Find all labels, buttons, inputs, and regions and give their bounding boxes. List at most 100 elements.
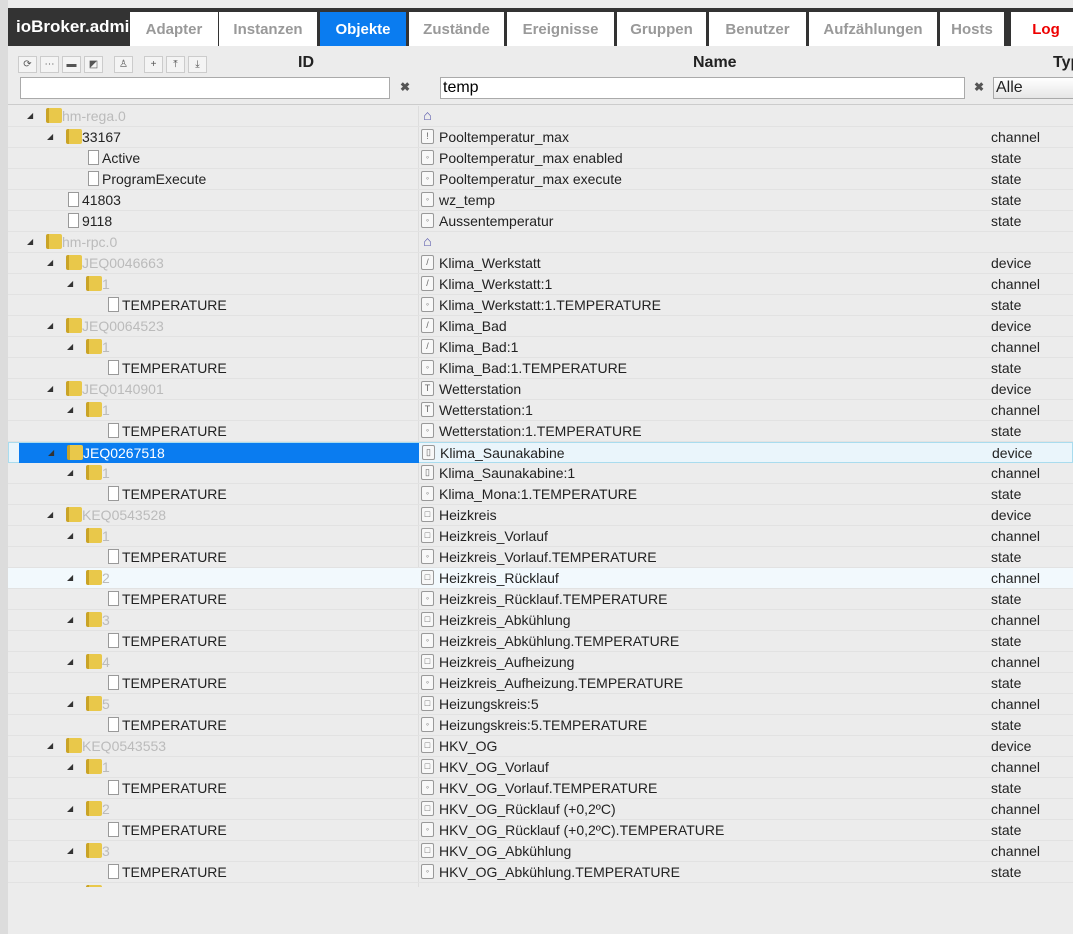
table-row[interactable]: ◢ 1/Klima_Bad:1 channel: [8, 337, 1073, 358]
clear-id-filter-icon[interactable]: ✖: [400, 80, 410, 94]
table-row[interactable]: ◢ JEQ0140901 T Wetterstation device: [8, 379, 1073, 400]
id-cell[interactable]: ◢ 2: [18, 568, 418, 588]
id-cell[interactable]: TEMPERATURE: [18, 358, 418, 378]
table-row[interactable]: TEMPERATURE ◦ Klima_Mona:1.TEMPERATURE stat…: [8, 484, 1073, 505]
expand-toggle-icon[interactable]: ◢: [27, 111, 33, 120]
table-row[interactable]: TEMPERATURE ◦ HKV_OG_Rücklauf (+0,2ºC).TEM…: [8, 820, 1073, 841]
download-icon[interactable]: ⤓: [188, 56, 207, 73]
list-icon[interactable]: ⋯: [40, 56, 59, 73]
id-cell[interactable]: ◢ 1: [18, 400, 418, 420]
id-cell[interactable]: 9118: [18, 211, 418, 231]
id-filter-input[interactable]: [20, 77, 390, 99]
tab-zustände[interactable]: Zustände: [409, 12, 504, 46]
table-row[interactable]: TEMPERATURE ◦ Klima_Werkstatt:1.TEMPERATUR…: [8, 295, 1073, 316]
expand-toggle-icon[interactable]: ◢: [67, 531, 73, 540]
id-cell[interactable]: ProgramExecute: [18, 169, 418, 189]
id-cell[interactable]: TEMPERATURE: [18, 547, 418, 567]
table-row[interactable]: ◢ hm-rega.0 ⌂: [8, 106, 1073, 127]
id-cell[interactable]: ◢ 1: [18, 337, 418, 357]
tab-instanzen[interactable]: Instanzen: [219, 12, 317, 46]
tab-benutzer[interactable]: Benutzer: [709, 12, 806, 46]
id-cell[interactable]: TEMPERATURE: [18, 673, 418, 693]
table-row[interactable]: TEMPERATURE ◦ Klima_Bad:1.TEMPERATURE state: [8, 358, 1073, 379]
table-row[interactable]: TEMPERATURE ◦ Heizungskreis:5.TEMPERATURE s…: [8, 715, 1073, 736]
id-cell[interactable]: ◢ 5: [18, 694, 418, 714]
tab-gruppen[interactable]: Gruppen: [617, 12, 706, 46]
add-icon[interactable]: +: [144, 56, 163, 73]
table-row[interactable]: TEMPERATURE ◦ HKV_OG_Vorlauf.TEMPERATURE st…: [8, 778, 1073, 799]
table-row[interactable]: ◢ 2 □ HKV_OG_Rücklauf (+0,2ºC) channel: [8, 799, 1073, 820]
user-icon[interactable]: ♙: [114, 56, 133, 73]
tab-adapter[interactable]: Adapter: [130, 12, 218, 46]
id-cell[interactable]: TEMPERATURE: [18, 484, 418, 504]
table-row[interactable]: ◢ 3 □ Heizkreis_Abkühlung channel: [8, 610, 1073, 631]
folder-closed-icon[interactable]: ▬: [62, 56, 81, 73]
expand-toggle-icon[interactable]: ◢: [67, 615, 73, 624]
id-cell[interactable]: ◢ JEQ0064523: [18, 316, 418, 336]
table-row[interactable]: ◢ 1/Klima_Werkstatt:1 channel: [8, 274, 1073, 295]
table-row[interactable]: TEMPERATURE ◦ HKV_OG_Abkühlung.TEMPERATURE…: [8, 862, 1073, 883]
table-row[interactable]: 41803 ◦ wz_temp state: [8, 190, 1073, 211]
expand-toggle-icon[interactable]: ◢: [67, 699, 73, 708]
id-cell[interactable]: ◢ hm-rega.0: [18, 106, 418, 126]
id-cell[interactable]: TEMPERATURE: [18, 631, 418, 651]
id-cell[interactable]: Active: [18, 148, 418, 168]
id-cell[interactable]: ◢ 3: [18, 841, 418, 861]
column-header-type[interactable]: Typ: [1053, 54, 1073, 72]
id-cell[interactable]: ◢ 2: [18, 799, 418, 819]
table-row[interactable]: TEMPERATURE ◦ Heizkreis_Abkühlung.TEMPERAT…: [8, 631, 1073, 652]
table-row[interactable]: ◢ hm-rpc.0 ⌂: [8, 232, 1073, 253]
table-row[interactable]: TEMPERATURE ◦ Heizkreis_Rücklauf.TEMPERATU…: [8, 589, 1073, 610]
id-cell[interactable]: ◢ KEQ0543553: [18, 736, 418, 756]
expand-toggle-icon[interactable]: ◢: [67, 804, 73, 813]
table-row[interactable]: ◢ 1 □ HKV_OG_Vorlauf channel: [8, 757, 1073, 778]
id-cell[interactable]: TEMPERATURE: [18, 820, 418, 840]
id-cell[interactable]: TEMPERATURE: [18, 778, 418, 798]
table-row[interactable]: ◢ 2 □ Heizkreis_Rücklauf channel: [8, 568, 1073, 589]
id-cell[interactable]: ◢ 3: [18, 610, 418, 630]
id-cell[interactable]: TEMPERATURE: [18, 862, 418, 882]
id-cell[interactable]: ◢ 1: [18, 463, 418, 483]
table-row[interactable]: ◢ JEQ0267518 ▯ Klima_Saunakabine device: [8, 442, 1073, 463]
tab-log[interactable]: Log: [1011, 12, 1073, 46]
table-row[interactable]: ◢ JEQ0046663 / Klima_Werkstatt device: [8, 253, 1073, 274]
id-cell[interactable]: TEMPERATURE: [18, 715, 418, 735]
table-row[interactable]: TEMPERATURE ◦ Wetterstation:1.TEMPERATURE s…: [8, 421, 1073, 442]
expand-toggle-icon[interactable]: ◢: [67, 405, 73, 414]
table-row[interactable]: TEMPERATURE ◦ Heizkreis_Vorlauf.TEMPERATUR…: [8, 547, 1073, 568]
expand-toggle-icon[interactable]: ◢: [67, 573, 73, 582]
id-cell[interactable]: ◢ JEQ0140901: [18, 379, 418, 399]
upload-icon[interactable]: ⤒: [166, 56, 185, 73]
table-row[interactable]: 9118 ◦ Aussentemperatur state: [8, 211, 1073, 232]
tab-hosts[interactable]: Hosts: [940, 12, 1004, 46]
id-cell[interactable]: ◢ 33167: [18, 127, 418, 147]
id-cell[interactable]: ◢ 1: [18, 757, 418, 777]
table-row[interactable]: ◢ 1 T Wetterstation:1 channel: [8, 400, 1073, 421]
table-row[interactable]: TEMPERATURE ◦ Heizkreis_Aufheizung.TEMPERA…: [8, 673, 1073, 694]
table-row[interactable]: ◢ 1 ▯ Klima_Saunakabine:1 channel: [8, 463, 1073, 484]
refresh-icon[interactable]: ⟳: [18, 56, 37, 73]
table-row[interactable]: ◢ 4 □ Heizkreis_Aufheizung channel: [8, 652, 1073, 673]
expand-toggle-icon[interactable]: ◢: [47, 510, 53, 519]
id-cell[interactable]: ◢ KEQ0543528: [18, 505, 418, 525]
expand-toggle-icon[interactable]: ◢: [67, 279, 73, 288]
expand-toggle-icon[interactable]: ◢: [27, 237, 33, 246]
id-cell[interactable]: ◢ hm-rpc.0: [18, 232, 418, 252]
id-cell[interactable]: TEMPERATURE: [18, 589, 418, 609]
expand-toggle-icon[interactable]: ◢: [67, 468, 73, 477]
table-row[interactable]: ◢ 1 □ Heizkreis_Vorlauf channel: [8, 526, 1073, 547]
column-header-id[interactable]: ID: [298, 54, 314, 72]
id-cell[interactable]: ◢ 4: [18, 652, 418, 672]
clear-name-filter-icon[interactable]: ✖: [974, 80, 984, 94]
id-cell[interactable]: TEMPERATURE: [18, 295, 418, 315]
expand-toggle-icon[interactable]: ◢: [47, 258, 53, 267]
tab-objekte[interactable]: Objekte: [320, 12, 406, 46]
table-row[interactable]: ◢ 5 □ Heizungskreis:5 channel: [8, 694, 1073, 715]
id-cell[interactable]: 41803: [18, 190, 418, 210]
folder-open-icon[interactable]: ◩: [84, 56, 103, 73]
id-cell[interactable]: ◢ 1: [18, 526, 418, 546]
expand-toggle-icon[interactable]: ◢: [48, 448, 54, 457]
table-row[interactable]: ◢ 3 □ HKV_OG_Abkühlung channel: [8, 841, 1073, 862]
expand-toggle-icon[interactable]: ◢: [47, 132, 53, 141]
table-row[interactable]: ◢ 33167! Pooltemperatur_max channel: [8, 127, 1073, 148]
